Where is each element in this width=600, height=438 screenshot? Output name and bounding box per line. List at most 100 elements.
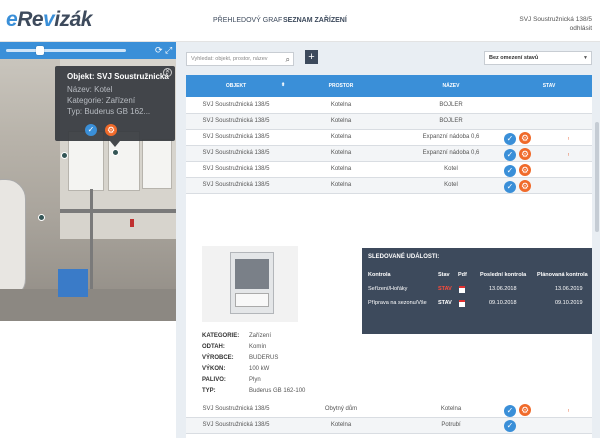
logo-mid: Re [17,8,44,31]
event-last: 13.06.2018 [489,286,517,292]
nav-overview-chart[interactable]: PŘEHLEDOVÝ GRAF [213,17,282,24]
photo-red-valve [130,219,134,227]
table-row[interactable]: SVJ Soustružnická 138/5 Kotelna Expanzní n… [186,146,592,162]
pdf-icon[interactable] [459,286,465,293]
map-pin-active[interactable] [112,149,119,156]
photo-pipe [60,209,176,213]
property-value: 100 kW [249,366,270,372]
cell-prostor: Kotelna [330,422,352,428]
status-filter-select[interactable]: Bez omezení stavů ▼ [484,51,592,65]
table-row[interactable]: SVJ Soustružnická 138/5 Obytný dům Kotelna… [186,402,592,418]
product-image [202,246,298,322]
logout-link[interactable]: odhlásit [570,25,592,32]
status-filter-value: Bez omezení stavů [489,55,539,61]
photo-blue-box [58,269,88,297]
check-icon[interactable]: ✓ [504,420,516,432]
device-detail: SLEDOVANÉ UDÁLOSTI: Kontrola Stav Pdf Po… [186,242,592,400]
map-toolbar: ⟳ ⤢ [0,42,176,59]
popup-close-icon[interactable]: ✕ [163,68,172,77]
cell-objekt: SVJ Soustružnická 138/5 [202,422,270,428]
check-icon[interactable]: ✓ [504,405,516,417]
property-row: TYP: Buderus GB 162-100 [202,388,402,398]
map-pin[interactable] [61,152,68,159]
logo-v: v [43,8,55,31]
map-pin[interactable] [38,214,45,221]
pdf-icon[interactable] [459,300,465,307]
cell-nazev: Expanzní nádoba 0,6 [422,150,480,156]
event-planned: 13.06.2019 [555,286,583,292]
alert-badge: ! [568,136,570,141]
app-logo[interactable]: eRevizák [6,8,92,32]
gear-icon[interactable]: ⚙ [519,180,531,192]
event-kontrola: Příprava na sezonu/Vše [368,300,427,306]
cell-prostor: Kotelna [330,150,352,156]
add-device-button[interactable]: + [305,50,318,64]
check-icon[interactable]: ✓ [504,133,516,145]
property-row: ODTAH: Komín [202,344,402,354]
cell-prostor: Kotelna [330,102,352,108]
alert-badge: ! [568,152,570,157]
table-row[interactable]: SVJ Soustružnická 138/5 Kotelna Potrubí ✓ [186,418,592,434]
row-status-icons: ✓ ⚙ [504,180,534,193]
search-placeholder: Vyhledat: objekt, prostor, název [191,56,268,62]
property-key: VÝROBCE: [202,355,234,361]
column-header-stav[interactable]: Stav [506,83,592,89]
cell-prostor: Kotelna [330,166,352,172]
property-key: PALIVO: [202,377,226,383]
check-icon[interactable]: ✓ [504,149,516,161]
logo-prefix: e [6,8,18,31]
check-icon[interactable]: ✓ [504,165,516,177]
events-header-stav: Stav [438,272,450,278]
table-row[interactable]: SVJ Soustružnická 138/5 Kotelna Expanzní n… [186,130,592,146]
gear-icon[interactable]: ⚙ [105,124,117,136]
column-header-objekt[interactable]: Objekt [186,83,286,89]
gear-icon[interactable]: ⚙ [519,164,531,176]
row-status-icons: ✓ ⚙ [504,164,534,177]
property-key: KATEGORIE: [202,333,240,339]
sort-icon[interactable]: ⬍ [281,82,285,88]
nav-device-list[interactable]: SEZNAM ZAŘÍZENÍ [283,17,347,24]
property-value: Zařízení [249,333,272,339]
table-row[interactable]: SVJ Soustružnická 138/5 Kotelna Kotel ✓ ⚙ [186,178,592,194]
cell-objekt: SVJ Soustružnická 138/5 [202,118,270,124]
device-table: Objekt ⬍ Prostor Název Stav SVJ Soustruž… [186,75,592,438]
popup-tail [110,141,120,147]
event-planned: 09.10.2019 [555,300,583,306]
events-title: SLEDOVANÉ UDÁLOSTI: [368,254,440,260]
gear-icon[interactable]: ⚙ [519,132,531,144]
refresh-icon[interactable]: ⟳ [155,45,163,56]
column-header-nazev[interactable]: Název [396,83,506,89]
search-icon[interactable]: ⌕ [286,55,290,65]
expand-icon[interactable]: ⤢ [165,45,172,56]
events-header-planned: Plánovaná kontrola [537,272,588,278]
popup-category: Kategorie: Zařízení [67,96,136,105]
zoom-slider-track[interactable] [6,49,126,52]
table-scrollbar[interactable] [595,122,599,232]
column-header-prostor[interactable]: Prostor [286,83,396,89]
row-status-icons: ✓ ⚙! [504,404,569,417]
logo-suffix: izák [54,8,92,31]
gear-icon[interactable]: ⚙ [519,148,531,160]
check-icon[interactable]: ✓ [504,181,516,193]
cell-nazev: Kotelna [440,406,462,412]
table-row[interactable]: SVJ Soustružnická 138/5 Kotelna Kotel ✓ ⚙ [186,162,592,178]
cell-nazev: BOJLER [439,118,463,124]
zoom-slider-thumb[interactable] [36,46,44,55]
property-value: Komín [249,344,267,350]
cell-objekt: SVJ Soustružnická 138/5 [202,182,270,188]
gear-icon[interactable]: ⚙ [519,404,531,416]
search-input[interactable]: Vyhledat: objekt, prostor, název ⌕ [186,52,294,66]
photo-pipe-vertical [90,189,93,289]
user-name: SVJ Soustružnická 138/5 [519,16,592,23]
cell-objekt: SVJ Soustružnická 138/5 [202,406,270,412]
table-header: Objekt ⬍ Prostor Název Stav [186,75,592,97]
row-status-icons: ✓ [504,420,519,432]
photo-floor [0,289,176,321]
check-icon[interactable]: ✓ [85,124,97,136]
device-list-panel: Vyhledat: objekt, prostor, název ⌕ + Bez… [176,42,600,438]
property-row: VÝROBCE: BUDERUS [202,355,402,365]
table-row[interactable]: SVJ Soustružnická 138/5 Kotelna BOJLER [186,98,592,114]
event-stav: STAV [438,286,452,292]
table-row[interactable]: SVJ Soustružnická 138/5 Kotelna BOJLER [186,114,592,130]
cell-objekt: SVJ Soustružnická 138/5 [202,150,270,156]
